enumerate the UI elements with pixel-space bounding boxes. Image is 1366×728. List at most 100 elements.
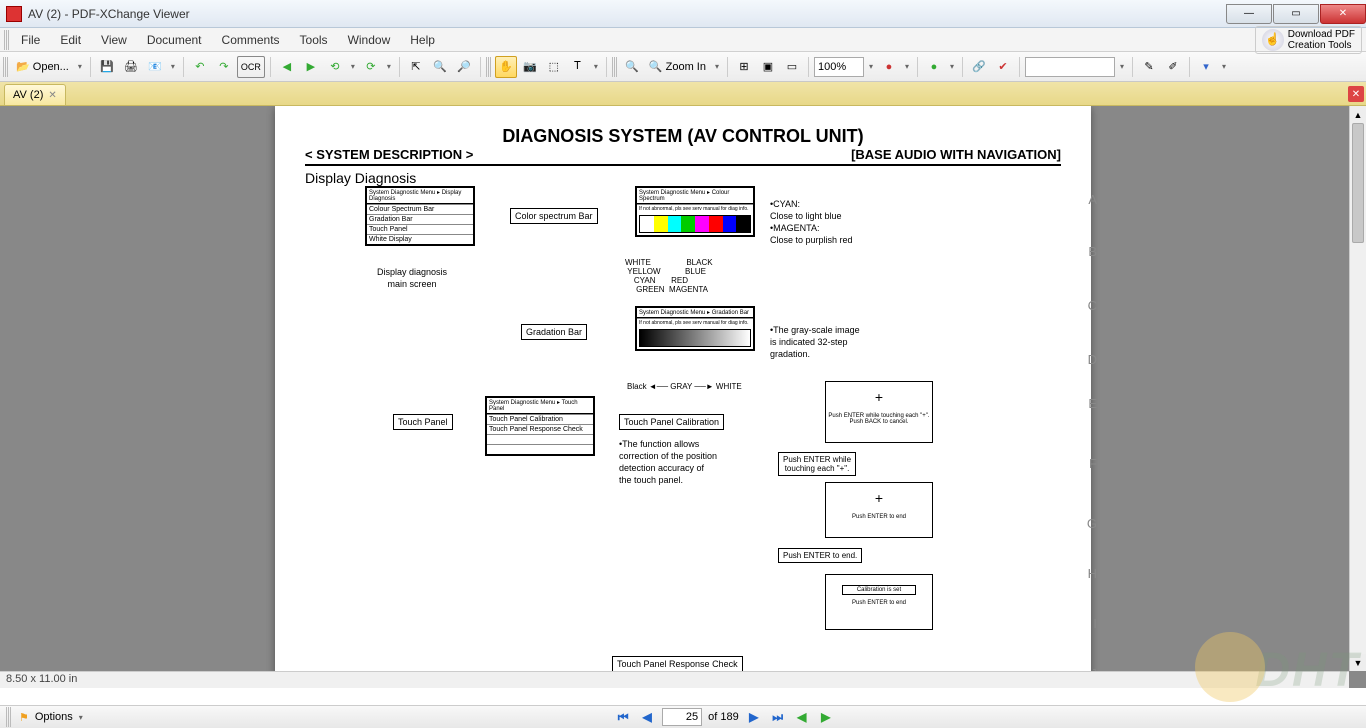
index-letter: F (1089, 456, 1097, 471)
color-desc: •CYAN: Close to light blue •MAGENTA: Clo… (770, 198, 853, 246)
gradation-label: Gradation Bar (521, 324, 587, 340)
undo-button[interactable]: ↶ (189, 56, 211, 78)
calib-desc: •The function allows correction of the p… (619, 438, 717, 486)
doc-left-sub: < SYSTEM DESCRIPTION > (305, 147, 473, 162)
export-button[interactable]: ⇱ (405, 56, 427, 78)
menu-file[interactable]: File (11, 30, 50, 50)
nav-back-button[interactable]: ◀ (793, 708, 811, 726)
main-menu-box: System Diagnostic Menu ▸ Display Diagnos… (365, 186, 475, 246)
color-bar (639, 215, 751, 233)
grip (612, 57, 617, 77)
menu-tools[interactable]: Tools (290, 30, 338, 50)
menu-edit[interactable]: Edit (50, 30, 91, 50)
search-button[interactable]: 🔎 (453, 56, 475, 78)
scroll-thumb[interactable] (1352, 123, 1364, 243)
index-letter: E (1088, 396, 1097, 411)
toolbar: 📂 Open... ▾ 💾 🖨 📧 ▾ ↶ ↷ OCR ◀ ▶ ⟲ ▾ ⟳ ▾ … (0, 52, 1366, 82)
zoom-out-button[interactable]: 🔍 (621, 56, 643, 78)
vertical-scrollbar[interactable]: ▲ ▼ (1349, 106, 1366, 671)
grad-scale: Black ◄── GRAY ──► WHITE (627, 381, 742, 393)
print-button[interactable]: 🖨 (120, 56, 142, 78)
scroll-up-icon[interactable]: ▲ (1350, 106, 1366, 123)
index-letter: C (1088, 298, 1097, 313)
select-button[interactable]: ⬚ (543, 56, 565, 78)
title-bar: AV (2) - PDF-XChange Viewer — ▭ ✕ (0, 0, 1366, 28)
next-view-button[interactable]: ▶ (300, 56, 322, 78)
menu-view[interactable]: View (91, 30, 137, 50)
email-dropdown[interactable]: ▾ (168, 62, 178, 71)
promo-button[interactable]: ☝ Download PDFCreation Tools (1255, 26, 1362, 54)
menu-help[interactable]: Help (400, 30, 445, 50)
index-letter: B (1088, 244, 1097, 259)
search-field[interactable] (1025, 57, 1115, 77)
prev-view-button[interactable]: ◀ (276, 56, 298, 78)
zoom-in-button[interactable]: 🔍 Zoom In (645, 56, 710, 78)
rotate-cw-button[interactable]: ⟳ (360, 56, 382, 78)
grip (486, 57, 491, 77)
touch-menu-box: System Diagnostic Menu ▸ Touch Panel Tou… (485, 396, 595, 456)
email-button[interactable]: 📧 (144, 56, 166, 78)
fit-page-button[interactable]: ▣ (757, 56, 779, 78)
menu-comments[interactable]: Comments (212, 30, 290, 50)
last-page-button[interactable]: ⏭ (769, 708, 787, 726)
strikeout-button[interactable]: ✐ (1162, 56, 1184, 78)
gradation-menu-box: System Diagnostic Menu ▸ Gradation Bar I… (635, 306, 755, 351)
grip (3, 57, 8, 77)
snapshot-button[interactable]: 📷 (519, 56, 541, 78)
next-page-button[interactable]: ▶ (745, 708, 763, 726)
page-total-label: of 189 (708, 711, 739, 723)
doc-right-sub: [BASE AUDIO WITH NAVIGATION] (851, 147, 1061, 162)
options-button[interactable]: Options (35, 711, 73, 723)
hand-tool-button[interactable]: ✋ (495, 56, 517, 78)
zoom-minus-button[interactable]: ● (878, 56, 900, 78)
menu-document[interactable]: Document (137, 30, 212, 50)
grad-desc: •The gray-scale image is indicated 32-st… (770, 324, 860, 360)
stamp-button[interactable]: ▾ (1195, 56, 1217, 78)
actual-size-button[interactable]: ⊞ (733, 56, 755, 78)
diagram: A B C D E F G H I J System Diagnostic Me… (305, 186, 1061, 688)
window-title: AV (2) - PDF-XChange Viewer (28, 7, 1225, 21)
maximize-button[interactable]: ▭ (1273, 4, 1319, 24)
horizontal-scrollbar[interactable]: 8.50 x 11.00 in (0, 671, 1349, 688)
zoom-input[interactable] (814, 57, 864, 77)
cal-box-1: + Push ENTER while touching each "+". Pu… (825, 381, 933, 443)
link-button[interactable]: 🔗 (968, 56, 990, 78)
highlight-button[interactable]: ✎ (1138, 56, 1160, 78)
document-tab[interactable]: AV (2) ✕ (4, 84, 66, 105)
pdf-page: DIAGNOSIS SYSTEM (AV CONTROL UNIT) < SYS… (275, 106, 1091, 688)
page-size-label: 8.50 x 11.00 in (6, 673, 77, 685)
nav-fwd-button[interactable]: ▶ (817, 708, 835, 726)
close-all-tabs-button[interactable]: ✕ (1348, 86, 1364, 102)
cal-box-3: Calibration is set Push ENTER to end (825, 574, 933, 630)
document-viewport[interactable]: DIAGNOSIS SYSTEM (AV CONTROL UNIT) < SYS… (0, 106, 1366, 688)
minimize-button[interactable]: — (1226, 4, 1272, 24)
find-button[interactable]: 🔍 (429, 56, 451, 78)
open-button[interactable]: 📂 Open... (12, 56, 73, 78)
main-menu-caption: Display diagnosis main screen (377, 266, 447, 290)
index-letter: G (1087, 516, 1097, 531)
select-text-button[interactable]: Ꭲ (567, 56, 589, 78)
redo-button[interactable]: ↷ (213, 56, 235, 78)
grip (6, 707, 11, 727)
first-page-button[interactable]: ⏮ (614, 708, 632, 726)
zoom-plus-button[interactable]: ● (923, 56, 945, 78)
options-dropdown[interactable]: ▾ (79, 713, 83, 722)
save-button[interactable]: 💾 (96, 56, 118, 78)
fit-width-button[interactable]: ▭ (781, 56, 803, 78)
page-number-input[interactable] (662, 708, 702, 726)
check-button[interactable]: ✔ (992, 56, 1014, 78)
index-letter: A (1088, 192, 1097, 207)
response-check-label: Touch Panel Response Check (612, 656, 743, 672)
tab-close-icon[interactable]: ✕ (48, 90, 56, 101)
grip (4, 30, 9, 50)
cal-box-2: + Push ENTER to end (825, 482, 933, 538)
flag-icon: ⚑ (19, 711, 29, 724)
ocr-button[interactable]: OCR (237, 56, 265, 78)
prev-page-button[interactable]: ◀ (638, 708, 656, 726)
color-menu-box: System Diagnostic Menu ▸ Colour Spectrum… (635, 186, 755, 237)
close-button[interactable]: ✕ (1320, 4, 1366, 24)
open-dropdown[interactable]: ▾ (75, 62, 85, 71)
menu-window[interactable]: Window (338, 30, 401, 50)
index-letter: H (1088, 566, 1097, 581)
rotate-ccw-button[interactable]: ⟲ (324, 56, 346, 78)
